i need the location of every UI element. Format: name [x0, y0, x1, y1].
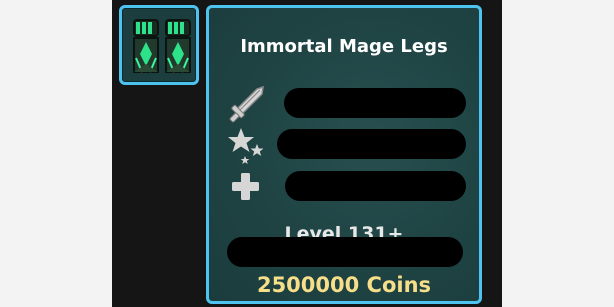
item-slot[interactable]	[119, 5, 199, 85]
background-right	[502, 0, 614, 307]
background-left	[0, 0, 112, 307]
description-redacted	[227, 237, 463, 267]
stars-magic-icon	[228, 128, 264, 164]
stat-value-1-redacted	[284, 88, 466, 118]
item-name: Immortal Mage Legs	[240, 36, 448, 57]
stat-value-3-redacted	[285, 171, 466, 201]
item-price: 2500000 Coins	[256, 273, 432, 297]
plus-health-icon	[232, 173, 259, 200]
stat-value-2-redacted	[277, 129, 466, 159]
item-tooltip-panel: Immortal Mage Legs Level 131+ 2500000 Co…	[206, 5, 482, 304]
sword-damage-icon	[229, 85, 264, 123]
mage-legs-armor-icon	[133, 19, 191, 73]
